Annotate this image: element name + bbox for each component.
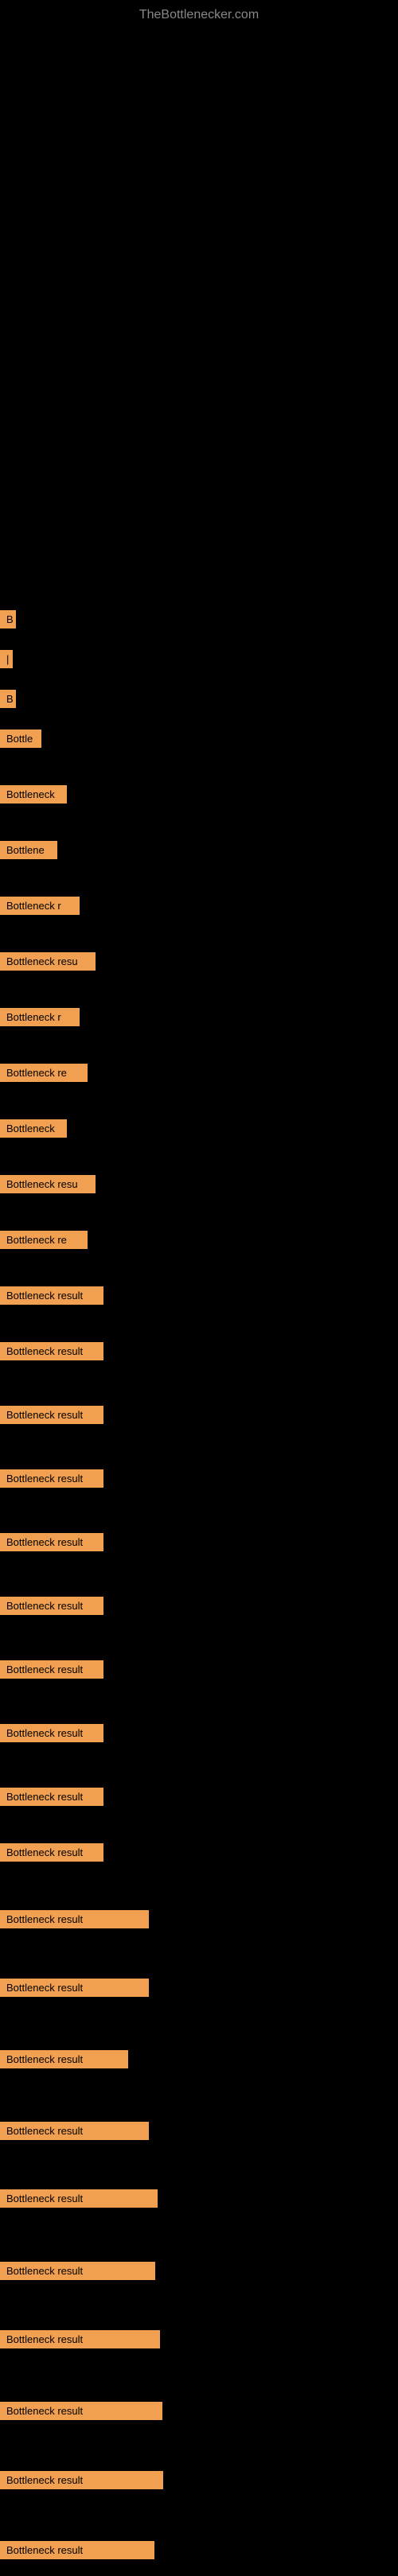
bottleneck-result-label: Bottleneck result — [0, 1660, 103, 1679]
bottleneck-result-label: B — [0, 610, 16, 628]
bottleneck-result-label: Bottleneck result — [0, 1843, 103, 1862]
bottleneck-result-label: Bottleneck result — [0, 1910, 149, 1928]
bottleneck-result-label: Bottleneck result — [0, 2402, 162, 2420]
bottleneck-result-label: Bottleneck result — [0, 2262, 155, 2280]
bottleneck-result-label: Bottleneck result — [0, 1406, 103, 1424]
bottleneck-result-label: Bottleneck result — [0, 2471, 163, 2489]
bottleneck-result-label: Bottleneck — [0, 1119, 67, 1138]
bottleneck-result-label: Bottleneck result — [0, 1286, 103, 1305]
bottleneck-result-label: Bottleneck result — [0, 1533, 103, 1551]
bottleneck-result-label: Bottleneck result — [0, 2050, 128, 2068]
bottleneck-result-label: Bottleneck r — [0, 1008, 80, 1026]
bottleneck-result-label: Bottleneck result — [0, 1342, 103, 1360]
bottleneck-result-label: Bottleneck result — [0, 1788, 103, 1806]
bottleneck-result-label: Bottleneck resu — [0, 952, 96, 971]
bottleneck-result-label: Bottleneck result — [0, 1597, 103, 1615]
bottleneck-result-label: Bottleneck re — [0, 1064, 88, 1082]
bottleneck-result-label: Bottleneck result — [0, 1979, 149, 1997]
bottleneck-result-label: Bottleneck result — [0, 2330, 160, 2348]
bottleneck-result-label: | — [0, 650, 13, 668]
bottleneck-result-label: Bottleneck r — [0, 897, 80, 915]
bottleneck-result-label: Bottleneck re — [0, 1231, 88, 1249]
bottleneck-result-label: B — [0, 690, 16, 708]
bottleneck-result-label: Bottleneck result — [0, 1724, 103, 1742]
bottleneck-result-label: Bottleneck result — [0, 2122, 149, 2140]
bottleneck-result-label: Bottleneck result — [0, 2541, 154, 2559]
bottleneck-result-label: Bottleneck — [0, 785, 67, 804]
bottleneck-result-label: Bottleneck resu — [0, 1175, 96, 1193]
bottleneck-result-label: Bottleneck result — [0, 2189, 158, 2208]
bottleneck-result-label: Bottleneck result — [0, 1469, 103, 1488]
site-title: TheBottlenecker.com — [0, 0, 398, 30]
bottleneck-result-label: Bottlene — [0, 841, 57, 859]
bottleneck-result-label: Bottle — [0, 730, 41, 748]
